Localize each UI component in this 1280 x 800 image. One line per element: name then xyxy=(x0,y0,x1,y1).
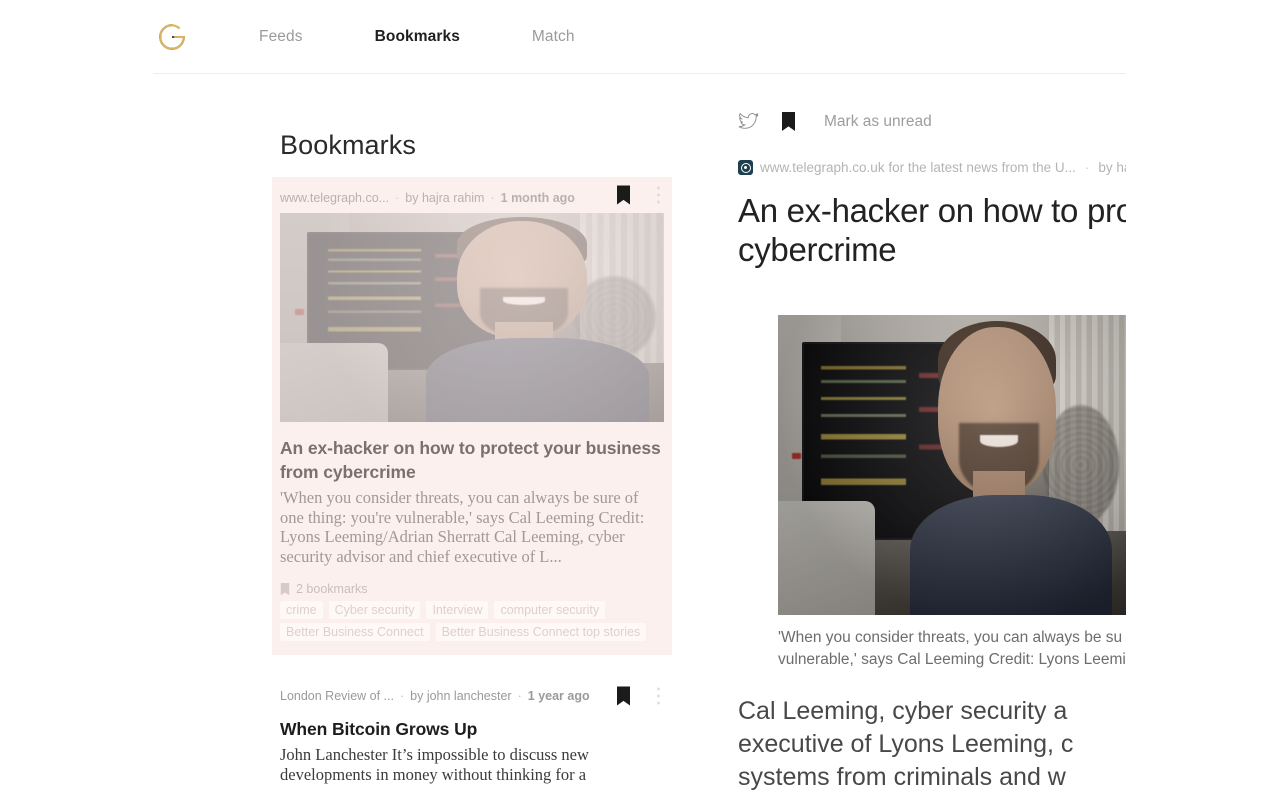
tag-chip[interactable]: Cyber security xyxy=(328,601,421,619)
bookmark-icon[interactable] xyxy=(616,185,631,205)
main-nav: Feeds Bookmarks Match xyxy=(207,28,575,46)
app-root: Feeds Bookmarks Match Bookmarks www.tele… xyxy=(0,0,1280,800)
bookmark-count-label: 2 bookmarks xyxy=(296,582,368,596)
g-logo-icon xyxy=(159,23,185,50)
page-title: Bookmarks xyxy=(280,130,416,160)
body-line1: Cal Leeming, cyber security a xyxy=(738,697,1068,725)
card-source: www.telegraph.co... xyxy=(280,191,390,205)
reader-headline: An ex-hacker on how to protect cybercrim… xyxy=(700,175,1126,269)
bookmark-filled-icon xyxy=(617,686,630,705)
card-author: by hajra rahim xyxy=(405,191,485,205)
body-line3: systems from criminals and w xyxy=(738,763,1066,791)
reader-figure-caption: 'When you consider threats, you can alwa… xyxy=(700,615,1126,671)
card-timestamp: 1 month ago xyxy=(500,191,575,205)
tag-chip[interactable]: Better Business Connect top stories xyxy=(435,623,647,641)
caption-line1: 'When you consider threats, you can alwa… xyxy=(778,629,1123,646)
reader-author: by ha xyxy=(1098,160,1126,175)
meta-separator: · xyxy=(517,689,522,703)
meta-separator: · xyxy=(1084,160,1090,175)
tag-list: crime Cyber security Interview computer … xyxy=(272,596,664,641)
thumbnail-tint-overlay xyxy=(280,213,664,422)
list-item[interactable]: London Review of ... · by john lancheste… xyxy=(272,681,672,792)
reader-bookmark-button[interactable] xyxy=(781,112,796,132)
app-header: Feeds Bookmarks Match xyxy=(153,0,1126,74)
bookmarks-list-column: Bookmarks www.telegraph.co... · by hajra… xyxy=(272,118,672,800)
reader-toolbar: Mark as unread xyxy=(700,88,1126,140)
meta-separator: · xyxy=(490,191,495,205)
nav-item-feeds[interactable]: Feeds xyxy=(259,28,303,46)
reader-source-line: www.telegraph.co.uk for the latest news … xyxy=(700,140,1126,175)
mark-as-unread-button[interactable]: Mark as unread xyxy=(824,113,932,131)
card-actions xyxy=(616,185,666,206)
twitter-share-button[interactable] xyxy=(738,113,759,131)
tag-chip[interactable]: Better Business Connect xyxy=(280,623,430,641)
telegraph-favicon-icon xyxy=(738,160,753,175)
nav-item-bookmarks[interactable]: Bookmarks xyxy=(375,28,460,46)
reader-content: Mark as unread www.telegraph.co.uk for t… xyxy=(700,88,1126,794)
body-line2: executive of Lyons Leeming, c xyxy=(738,730,1074,758)
card-snippet: John Lanchester It’s impossible to discu… xyxy=(280,745,589,784)
card-title: An ex-hacker on how to protect your busi… xyxy=(280,438,661,482)
bookmark-count: 2 bookmarks xyxy=(272,566,672,596)
nav-item-match[interactable]: Match xyxy=(532,28,575,46)
reader-panel: Mark as unread www.telegraph.co.uk for t… xyxy=(700,88,1126,800)
card-actions xyxy=(616,686,666,707)
meta-separator: · xyxy=(395,191,400,205)
card-snippet: 'When you consider threats, you can alwa… xyxy=(280,488,645,566)
card-meta: www.telegraph.co... · by hajra rahim · 1… xyxy=(272,177,672,213)
reader-headline-line1: An ex-hacker on how to protect xyxy=(738,192,1126,229)
card-title: When Bitcoin Grows Up xyxy=(280,719,478,739)
kebab-menu-icon[interactable] xyxy=(651,185,666,206)
bookmark-filled-icon xyxy=(782,112,795,131)
logo[interactable] xyxy=(153,22,207,52)
bookmark-small-icon xyxy=(280,582,290,595)
reader-body: Cal Leeming, cyber security a executive … xyxy=(700,671,1126,794)
kebab-menu-icon[interactable] xyxy=(651,686,666,707)
card-source: London Review of ... xyxy=(280,689,394,703)
bookmark-filled-icon xyxy=(617,185,630,204)
article-photo xyxy=(778,315,1126,615)
card-author: by john lanchester xyxy=(410,689,512,703)
list-item[interactable]: www.telegraph.co... · by hajra rahim · 1… xyxy=(272,177,672,655)
caption-line2: vulnerable,' says Cal Leeming Credit: Ly… xyxy=(778,651,1126,668)
reader-headline-line2: cybercrime xyxy=(738,231,897,268)
card-thumbnail[interactable] xyxy=(280,213,664,422)
card-timestamp: 1 year ago xyxy=(527,689,590,703)
reader-source-name: www.telegraph.co.uk for the latest news … xyxy=(760,160,1076,175)
tag-chip[interactable]: Interview xyxy=(426,601,489,619)
bookmark-icon[interactable] xyxy=(616,686,631,706)
twitter-bird-icon xyxy=(738,113,759,129)
tag-chip[interactable]: computer security xyxy=(494,601,606,619)
meta-separator: · xyxy=(399,689,405,703)
reader-figure xyxy=(778,315,1126,615)
card-meta: London Review of ... · by john lancheste… xyxy=(272,681,672,711)
tag-chip[interactable]: crime xyxy=(280,601,323,619)
